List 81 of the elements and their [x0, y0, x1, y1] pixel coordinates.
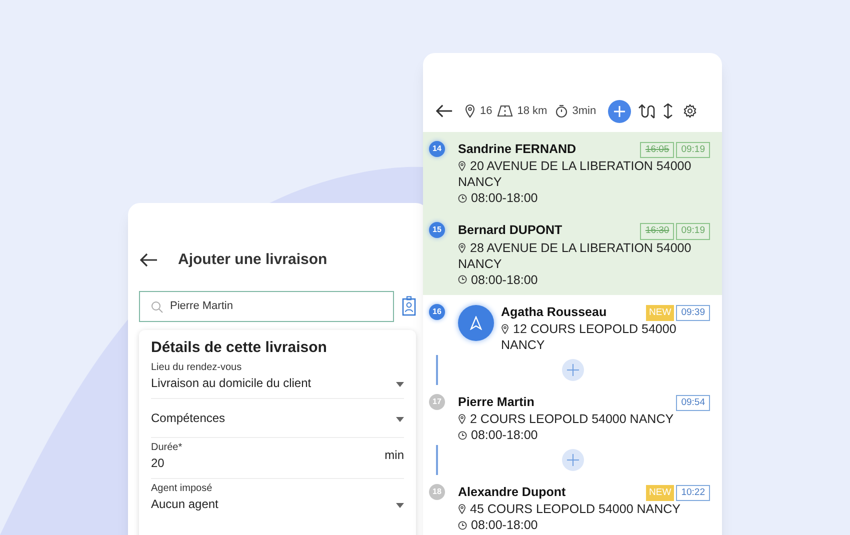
card-title: Détails de cette livraison — [151, 338, 328, 358]
dropdown-caret-icon — [396, 502, 404, 508]
stop-count: 16 — [480, 104, 492, 119]
stop-address: 12 COURS LEOPOLD 54000 NANCY — [501, 320, 678, 353]
time-tag: 09:39 — [676, 304, 710, 321]
stop-number-badge: 14 — [429, 141, 445, 157]
stop-number-badge: 16 — [429, 304, 445, 320]
map-pin-icon — [465, 104, 475, 118]
back-arrow-icon[interactable] — [436, 104, 453, 118]
delivery-hours: 08:00-18:00 — [471, 272, 538, 288]
stop-address: 28 AVENUE DE LA LIBERATION 54000 NANCY — [458, 240, 692, 272]
field-label: Lieu du rendez-vous — [151, 360, 243, 374]
search-icon — [151, 300, 163, 312]
dropdown-field[interactable]: Agent imposé Aucun agent — [151, 478, 404, 518]
clock-icon — [458, 194, 467, 203]
dropdown-caret-icon — [396, 416, 404, 422]
swap-arrows-icon[interactable] — [638, 104, 656, 118]
old-time-tag: 16:05 — [640, 142, 674, 158]
road-icon — [497, 105, 514, 117]
stop-row[interactable]: 18 Alexandre Dupont NEW 10:22 45 COURS LEOPOLD 54000 NANCY 08:00-18:00 — [423, 475, 722, 535]
field-value: Aucun agent — [151, 496, 218, 512]
map-pin-icon — [458, 161, 466, 172]
new-tag: NEW — [646, 485, 674, 502]
clock-icon — [458, 275, 467, 284]
field-label: Durée* — [151, 440, 182, 454]
time-tag: 09:19 — [676, 223, 710, 240]
stop-row[interactable]: 17 Pierre Martin 09:54 2 COURS LEOPOLD 54000 NANCY 08:00-18:00 — [423, 384, 722, 445]
stop-name: Bernard DUPONT — [458, 222, 562, 238]
insert-stop-button[interactable] — [562, 449, 584, 471]
insert-stop-button[interactable] — [562, 358, 584, 381]
delivery-hours: 08:00-18:00 — [471, 427, 538, 443]
screen-title: Ajouter une livraison — [178, 250, 328, 270]
clock-icon — [458, 520, 467, 530]
map-pin-icon — [458, 504, 466, 514]
time-tag: 10:22 — [676, 485, 710, 502]
navigation-button[interactable] — [458, 304, 494, 340]
vertical-arrows-icon[interactable] — [663, 103, 674, 119]
search-field[interactable]: Pierre Martin — [139, 290, 394, 322]
route-distance: 18 km — [517, 104, 548, 119]
field-value: Compétences — [151, 410, 226, 426]
stop-name: Sandrine FERNAND — [458, 141, 576, 157]
stop-number-badge: 17 — [429, 394, 445, 410]
stopwatch-icon — [555, 104, 568, 118]
plus-icon — [566, 364, 578, 376]
stop-name: Pierre Martin — [458, 394, 534, 410]
field-label: Agent imposé — [151, 482, 214, 496]
stop-address: 20 AVENUE DE LA LIBERATION 54000 NANCY — [458, 158, 692, 190]
new-tag: NEW — [646, 304, 674, 321]
delivery-hours: 08:00-18:00 — [471, 517, 538, 534]
delivery-hours: 08:00-18:00 — [471, 190, 538, 206]
number-field[interactable]: Durée* 20 min — [151, 438, 404, 478]
stop-row[interactable]: 15 Bernard DUPONT 16:30 09:19 28 AVENUE DE LA LIBERATION 54000 NANCY 08:00-18:00 — [423, 213, 722, 294]
map-pin-icon — [458, 242, 466, 252]
field-value: 20 — [151, 454, 166, 470]
plus-icon — [614, 106, 626, 116]
time-tag: 09:19 — [676, 142, 710, 158]
old-time-tag: 16:30 — [640, 223, 674, 240]
time-tag: 09:54 — [676, 394, 710, 411]
stop-address: 2 COURS LEOPOLD 54000 NANCY — [458, 411, 703, 427]
stop-name: Alexandre Dupont — [458, 484, 566, 500]
map-pin-icon — [458, 414, 466, 424]
settings-icon[interactable] — [683, 104, 698, 118]
back-arrow-icon[interactable] — [140, 253, 158, 268]
navigation-arrow-icon — [470, 316, 482, 330]
stop-row[interactable]: 16 Agatha Rousseau NEW 09:39 12 COURS LEOPOLD 54000 NANCY — [423, 294, 722, 355]
field-value: Livraison au domicile du client — [151, 374, 312, 390]
stop-name: Agatha Rousseau — [501, 304, 607, 320]
contact-card-icon[interactable] — [402, 296, 416, 316]
stop-address: 45 COURS LEOPOLD 54000 NANCY — [458, 501, 703, 518]
dropdown-field[interactable]: Compétences — [151, 398, 404, 438]
stop-number-badge: 15 — [429, 222, 445, 238]
plus-icon — [566, 454, 578, 466]
stop-row[interactable]: 14 Sandrine FERNAND 16:05 09:19 20 AVENUE DE LA LIBERATION 54000 NANCY 08:00-18:00 — [423, 132, 722, 214]
dropdown-caret-icon — [396, 382, 404, 386]
map-pin-icon — [501, 324, 509, 334]
clock-icon — [458, 430, 467, 440]
unit-label: min — [384, 448, 404, 462]
route-duration: 3min — [572, 104, 596, 119]
stop-number-badge: 18 — [429, 484, 445, 500]
dropdown-field[interactable]: Lieu du rendez-vous Livraison au domicile du client — [151, 358, 404, 398]
add-button[interactable] — [608, 100, 632, 122]
